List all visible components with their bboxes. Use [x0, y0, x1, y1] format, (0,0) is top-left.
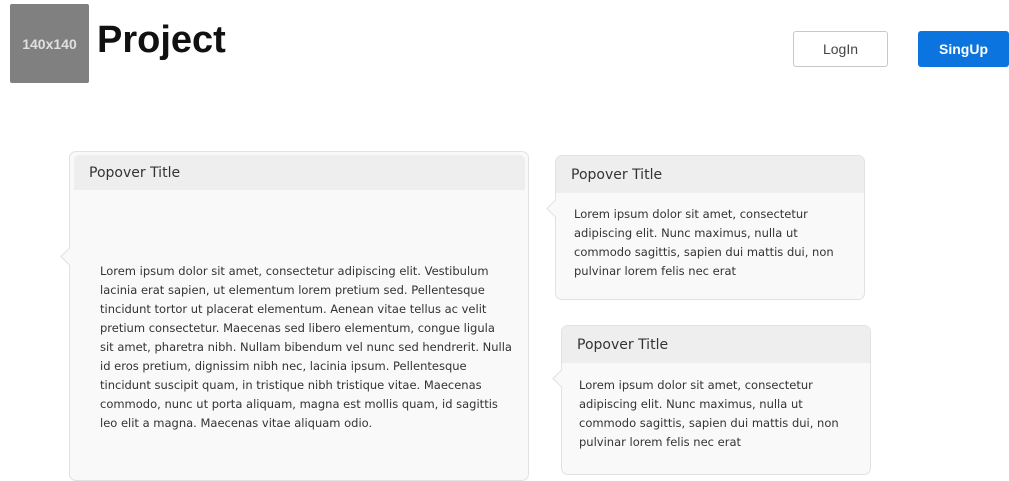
page-title: Project: [97, 19, 226, 61]
popover-top-right: Popover Title Lorem ipsum dolor sit amet…: [555, 155, 865, 300]
popover-bottom-right: Popover Title Lorem ipsum dolor sit amet…: [561, 325, 871, 475]
signup-button[interactable]: SingUp: [918, 31, 1009, 67]
popover-title: Popover Title: [562, 326, 870, 363]
popover-body: Lorem ipsum dolor sit amet, consectetur …: [574, 207, 834, 278]
popover-title: Popover Title: [74, 155, 525, 190]
popover-large: Popover Title Lorem ipsum dolor sit amet…: [69, 151, 529, 481]
popover-body: Lorem ipsum dolor sit amet, consectetur …: [579, 378, 839, 449]
popover-title: Popover Title: [556, 156, 864, 193]
login-button[interactable]: LogIn: [793, 31, 888, 67]
popover-body: Lorem ipsum dolor sit amet, consectetur …: [100, 264, 512, 430]
logo-placeholder: 140x140: [10, 4, 89, 83]
